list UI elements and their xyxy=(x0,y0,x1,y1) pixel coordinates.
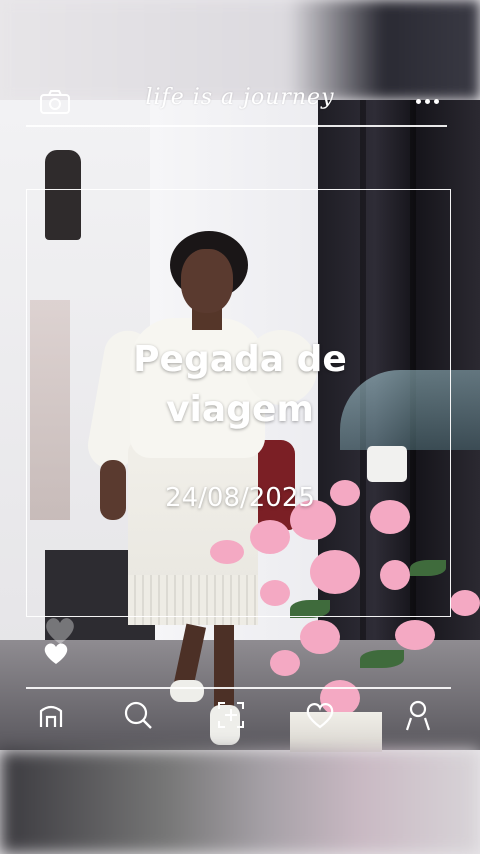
more-dots-icon xyxy=(425,99,430,104)
search-icon xyxy=(124,701,152,729)
camera-button[interactable] xyxy=(38,88,72,116)
nav-profile[interactable] xyxy=(398,695,438,735)
blurred-bottom-band xyxy=(0,750,480,854)
flower xyxy=(300,620,340,654)
more-dots-icon xyxy=(416,99,421,104)
flower xyxy=(450,590,480,616)
bottom-nav xyxy=(0,695,480,739)
home-icon xyxy=(39,705,63,727)
nav-home[interactable] xyxy=(31,695,71,735)
leaf xyxy=(360,650,404,668)
headline-line-1: Pegada de xyxy=(133,339,347,380)
flower xyxy=(395,620,435,650)
bottom-divider xyxy=(26,687,451,689)
headline-line-2: viagem xyxy=(166,389,314,430)
like-button[interactable] xyxy=(42,640,70,666)
nav-likes[interactable] xyxy=(300,695,340,735)
date-label: 24/08/2025 xyxy=(165,483,315,513)
headline: Pegada de viagem xyxy=(60,335,420,435)
nav-search[interactable] xyxy=(118,695,158,735)
page-title: life is a journey xyxy=(145,85,335,110)
flower xyxy=(270,650,300,676)
more-options-button[interactable] xyxy=(410,90,446,114)
heart-icon xyxy=(44,643,68,664)
nav-add-post[interactable] xyxy=(211,695,251,735)
add-post-icon xyxy=(218,702,244,728)
top-divider xyxy=(26,125,447,127)
profile-icon xyxy=(405,700,431,731)
heart-icon xyxy=(306,703,334,729)
more-dots-icon xyxy=(434,99,439,104)
camera-icon xyxy=(40,90,70,114)
